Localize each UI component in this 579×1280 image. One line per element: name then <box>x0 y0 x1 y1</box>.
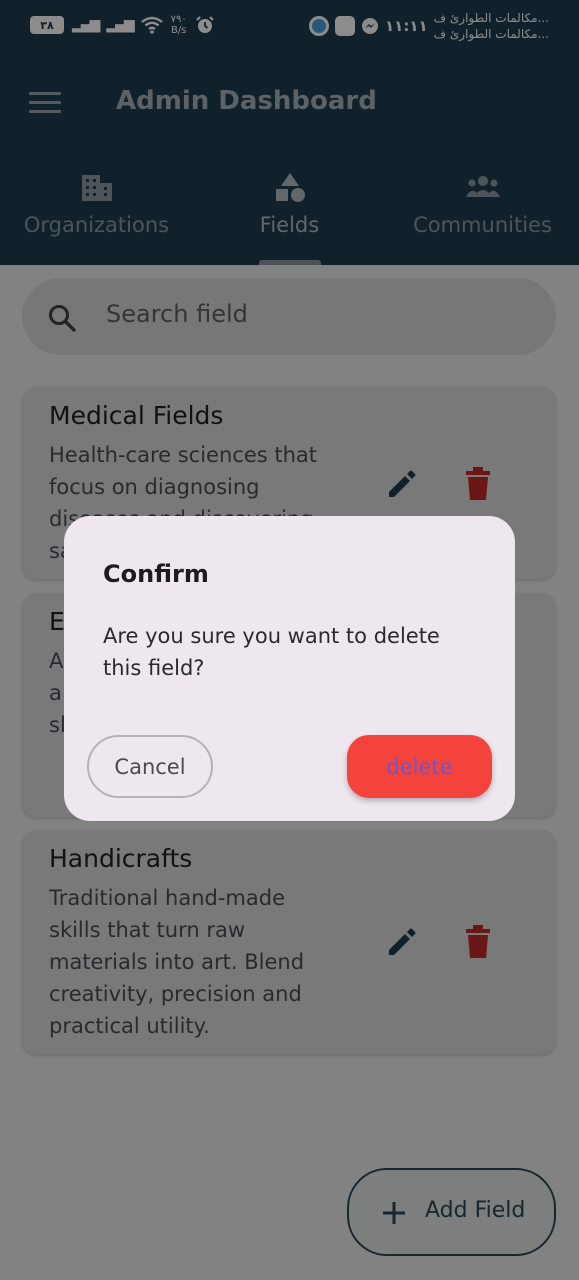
dialog-title: Confirm <box>103 560 209 588</box>
confirm-dialog: Confirm Are you sure you want to delete … <box>64 516 515 821</box>
cancel-button[interactable]: Cancel <box>87 735 213 798</box>
delete-button[interactable]: delete <box>347 735 492 798</box>
dialog-message: Are you sure you want to delete this fie… <box>103 624 440 680</box>
